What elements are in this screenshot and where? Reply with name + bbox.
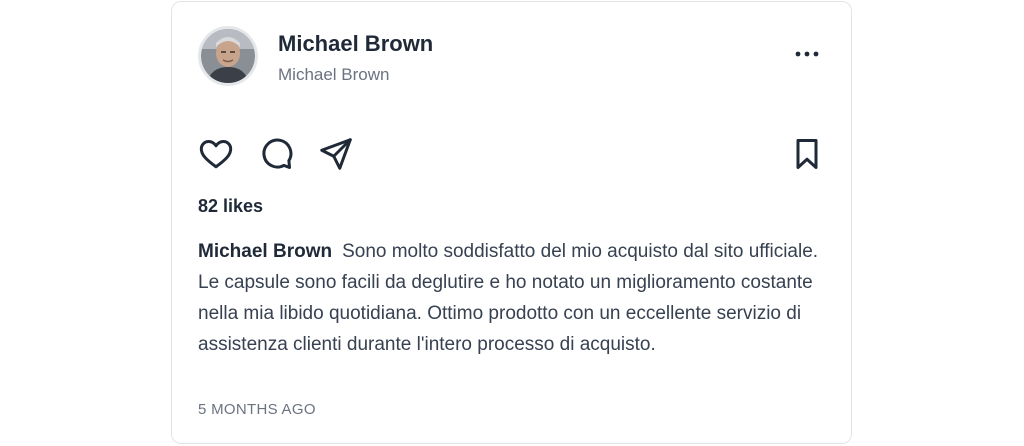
avatar-photo xyxy=(201,29,255,83)
user-name[interactable]: Michael Brown xyxy=(278,31,433,57)
heart-icon xyxy=(199,140,233,169)
more-options-button[interactable] xyxy=(789,40,825,68)
user-handle: Michael Brown xyxy=(278,65,390,84)
send-icon xyxy=(320,138,352,170)
post-actions xyxy=(198,136,825,176)
likes-count[interactable]: 82 likes xyxy=(198,196,263,217)
save-button[interactable] xyxy=(789,136,825,172)
post-timestamp: 5 MONTHS AGO xyxy=(198,401,316,418)
comment-button[interactable] xyxy=(258,136,294,172)
post-caption: Michael Brown Sono molto soddisfatto del … xyxy=(198,236,830,360)
post-header: Michael Brown Michael Brown xyxy=(198,26,825,88)
post-card: Michael Brown Michael Brown 82 likes Mic… xyxy=(171,1,852,444)
bookmark-icon xyxy=(796,139,818,169)
caption-author[interactable]: Michael Brown xyxy=(198,241,332,262)
avatar[interactable] xyxy=(198,26,258,86)
more-horizontal-icon xyxy=(795,51,819,57)
comment-icon xyxy=(262,138,293,169)
share-button[interactable] xyxy=(318,136,354,172)
like-button[interactable] xyxy=(198,136,234,172)
